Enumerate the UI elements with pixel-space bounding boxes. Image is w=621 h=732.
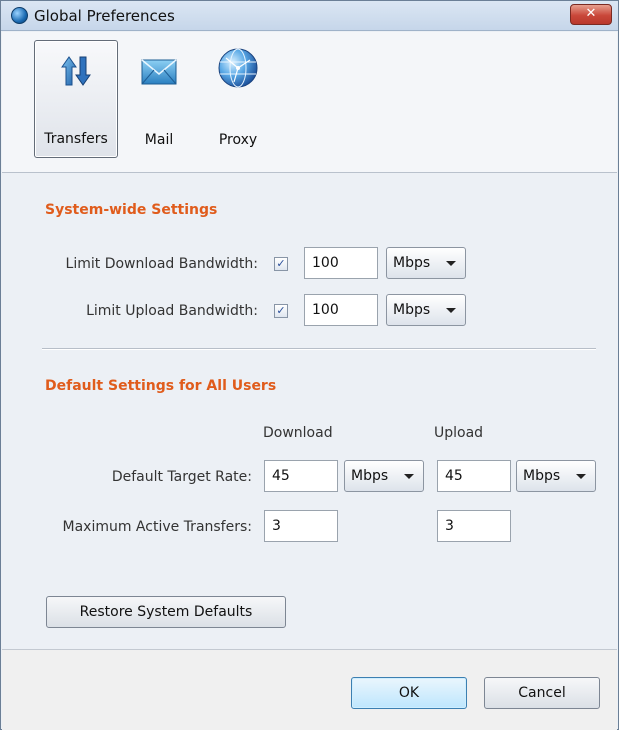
window-title: Global Preferences: [34, 7, 175, 25]
chevron-down-icon: [446, 261, 456, 266]
default-settings-heading: Default Settings for All Users: [45, 378, 277, 394]
app-globe-icon: [11, 7, 28, 24]
target-rate-upload-input[interactable]: 45: [437, 460, 511, 492]
tab-mail[interactable]: Mail: [134, 40, 184, 158]
target-upload-unit-value: Mbps: [523, 468, 561, 484]
envelope-icon: [141, 59, 177, 85]
tab-proxy-label: Proxy: [218, 132, 258, 148]
transfers-settings-panel: System-wide Settings Limit Download Band…: [2, 173, 617, 648]
transfer-arrows-icon: [61, 56, 91, 86]
target-download-unit-value: Mbps: [351, 468, 389, 484]
tab-proxy[interactable]: Proxy: [210, 40, 266, 158]
limit-upload-checkbox[interactable]: ✓: [274, 304, 288, 318]
limit-download-label: Limit Download Bandwidth:: [65, 256, 258, 272]
chevron-down-icon: [446, 308, 456, 313]
system-wide-settings-heading: System-wide Settings: [45, 202, 218, 218]
max-active-download-input[interactable]: 3: [264, 510, 338, 542]
download-unit-value: Mbps: [393, 255, 431, 271]
check-icon: ✓: [276, 257, 286, 270]
limit-upload-label: Limit Upload Bandwidth:: [86, 303, 258, 319]
cancel-button[interactable]: Cancel: [484, 677, 600, 709]
limit-download-checkbox[interactable]: ✓: [274, 257, 288, 271]
globe-icon: [218, 48, 258, 88]
check-icon: ✓: [276, 304, 286, 317]
restore-system-defaults-button[interactable]: Restore System Defaults: [46, 596, 286, 628]
global-preferences-window: Global Preferences ✕ Transfers Mail Prox…: [0, 0, 619, 730]
download-unit-select[interactable]: Mbps: [386, 247, 466, 279]
preferences-toolbar: Transfers Mail Proxy: [2, 32, 617, 173]
target-rate-download-input[interactable]: 45: [264, 460, 338, 492]
ok-button[interactable]: OK: [351, 677, 467, 709]
section-divider: [42, 348, 596, 350]
close-icon: ✕: [585, 6, 597, 21]
tab-mail-label: Mail: [144, 132, 174, 148]
target-rate-upload-unit-select[interactable]: Mbps: [516, 460, 596, 492]
title-bar: Global Preferences ✕: [1, 1, 618, 31]
download-column-header: Download: [263, 425, 333, 441]
chevron-down-icon: [576, 474, 586, 479]
upload-unit-select[interactable]: Mbps: [386, 294, 466, 326]
upload-bandwidth-input[interactable]: 100: [304, 294, 378, 326]
tab-transfers[interactable]: Transfers: [34, 40, 118, 158]
download-bandwidth-input[interactable]: 100: [304, 247, 378, 279]
upload-unit-value: Mbps: [393, 302, 431, 318]
maximum-active-transfers-label: Maximum Active Transfers:: [62, 519, 253, 535]
chevron-down-icon: [404, 474, 414, 479]
close-button[interactable]: ✕: [570, 4, 612, 25]
tab-transfers-label: Transfers: [44, 131, 108, 147]
upload-column-header: Upload: [434, 425, 484, 441]
default-target-rate-label: Default Target Rate:: [111, 469, 252, 485]
dialog-footer: OK Cancel: [2, 649, 617, 730]
target-rate-download-unit-select[interactable]: Mbps: [344, 460, 424, 492]
max-active-upload-input[interactable]: 3: [437, 510, 511, 542]
